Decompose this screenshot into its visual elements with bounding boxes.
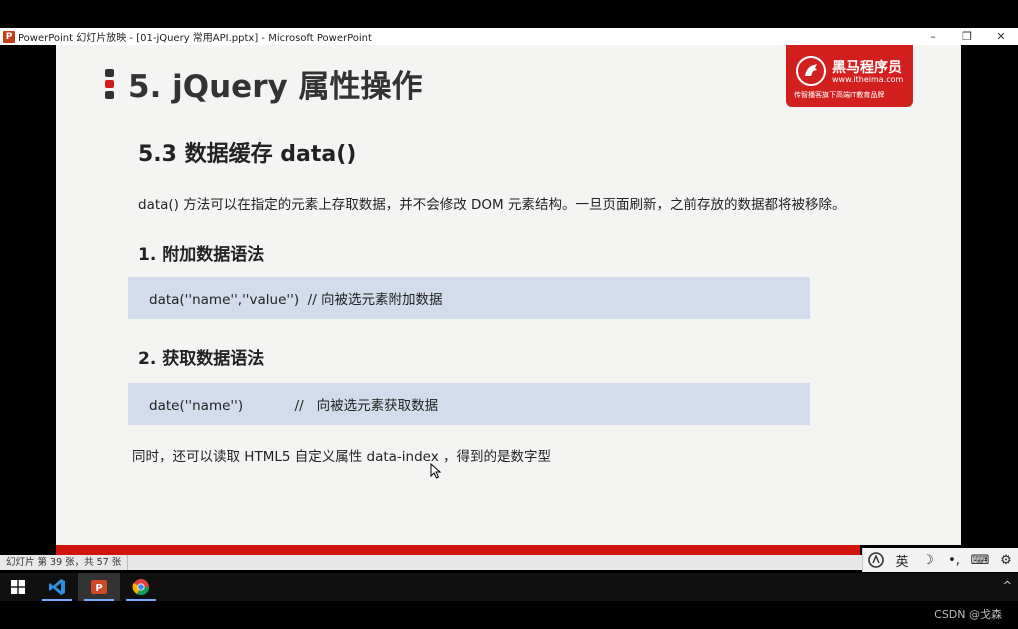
note-text: 同时，还可以读取 HTML5 自定义属性 data-index ，得到的是数字型 bbox=[132, 449, 552, 465]
code-box-attach: data(''name'',''value'') // 向被选元素附加数据 bbox=[128, 277, 810, 319]
subtitle-get-syntax: 2. 获取数据语法 bbox=[138, 349, 265, 369]
restore-button[interactable]: ❐ bbox=[950, 28, 984, 45]
taskbar-vscode[interactable] bbox=[36, 573, 78, 601]
keyboard-icon[interactable]: ⌨ bbox=[970, 550, 990, 570]
close-button[interactable]: ✕ bbox=[984, 28, 1018, 45]
vscode-icon bbox=[49, 579, 65, 595]
title-bar: P PowerPoint 幻灯片放映 - [01-jQuery 常用API.pp… bbox=[0, 28, 1018, 45]
ime-toolbar: 英 ☽ •, ⌨ ⚙ bbox=[862, 548, 1018, 572]
logo-name: 黑马程序员 bbox=[832, 60, 902, 76]
subtitle-attach-syntax: 1. 附加数据语法 bbox=[138, 245, 265, 265]
csdn-watermark: CSDN @戈森 bbox=[934, 608, 1002, 621]
slide-canvas[interactable]: 5. jQuery 属性操作 黑马程序员 www.itheima.com 传智播… bbox=[56, 45, 961, 545]
settings-gear-icon[interactable]: ⚙ bbox=[996, 550, 1016, 570]
moon-icon[interactable]: ☽ bbox=[918, 550, 938, 570]
description-text: data() 方法可以在指定的元素上存取数据，并不会修改 DOM 元素结构。一旦… bbox=[138, 197, 846, 213]
windows-logo-icon bbox=[11, 580, 25, 594]
svg-text:P: P bbox=[95, 583, 102, 594]
logo-slogan: 传智播客旗下高端IT教育品牌 bbox=[794, 91, 885, 99]
taskbar-chrome[interactable] bbox=[120, 573, 162, 601]
slide-counter: 幻灯片 第 39 张，共 57 张 bbox=[6, 555, 129, 570]
mouse-cursor-icon bbox=[430, 463, 442, 479]
chrome-icon bbox=[132, 579, 150, 596]
windows-start-button[interactable] bbox=[0, 573, 36, 601]
window-controls: – ❐ ✕ bbox=[916, 28, 1018, 45]
slide-title: 5. jQuery 属性操作 bbox=[128, 69, 423, 105]
itheima-logo: 黑马程序员 www.itheima.com 传智播客旗下高端IT教育品牌 bbox=[786, 45, 913, 107]
section-title: 5.3 数据缓存 data() bbox=[138, 142, 357, 167]
punctuation-icon[interactable]: •, bbox=[944, 550, 964, 570]
taskbar-powerpoint[interactable]: P bbox=[78, 573, 120, 601]
ime-language-toggle[interactable]: 英 bbox=[892, 550, 912, 570]
powerpoint-app-icon[interactable]: P bbox=[3, 30, 15, 43]
taskbar: P bbox=[0, 573, 1018, 601]
logo-url: www.itheima.com bbox=[832, 75, 904, 84]
minimize-button[interactable]: – bbox=[916, 28, 950, 45]
code-box-get: date(''name'') // 向被选元素获取数据 bbox=[128, 383, 810, 425]
slide-footer-band bbox=[56, 545, 860, 555]
horse-logo-icon bbox=[796, 56, 826, 86]
window-title: PowerPoint 幻灯片放映 - [01-jQuery 常用API.pptx… bbox=[18, 33, 372, 44]
ime-logo-icon[interactable] bbox=[866, 550, 886, 570]
powerpoint-icon: P bbox=[91, 580, 107, 594]
title-bullet-marker bbox=[105, 69, 114, 102]
tray-chevron-icon[interactable]: ^ bbox=[1003, 579, 1012, 592]
status-bar: 幻灯片 第 39 张，共 57 张 bbox=[0, 555, 862, 570]
